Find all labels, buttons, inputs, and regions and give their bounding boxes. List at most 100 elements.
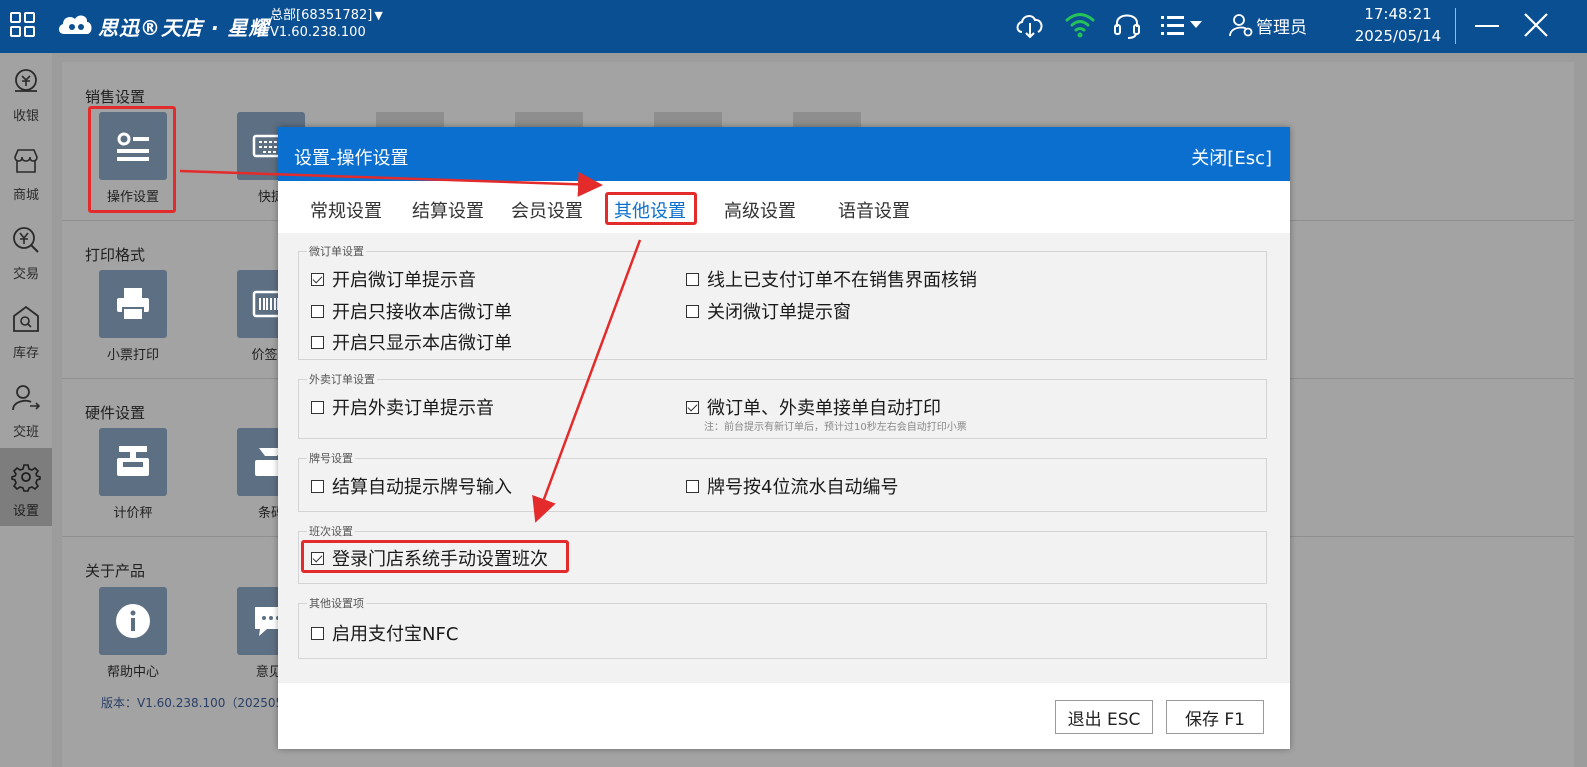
- auto-print-note: 注：前台提示有新订单后，预计过10秒左右会自动打印小票: [704, 422, 967, 433]
- section-title-print: 打印格式: [85, 246, 146, 264]
- tile-pricing-scale[interactable]: 计价秤: [93, 428, 173, 521]
- tab-checkout[interactable]: 结算设置: [412, 197, 484, 223]
- close-icon[interactable]: [1521, 10, 1551, 40]
- checkbox[interactable]: [686, 400, 699, 414]
- brand-logo: 思迅®天店 · 星耀: [56, 8, 269, 42]
- cashier-icon: [15, 69, 37, 92]
- tab-general[interactable]: 常规设置: [310, 197, 382, 223]
- printer-icon: [117, 288, 149, 321]
- sidebar-item-shift[interactable]: 交班: [0, 369, 52, 447]
- option-auto-prompt-plate[interactable]: 结算自动提示牌号输入: [311, 473, 512, 499]
- option-label: 开启只接收本店微订单: [332, 302, 512, 323]
- sidebar-item-label: 收银: [12, 109, 39, 124]
- apps-grid-icon[interactable]: [8, 10, 38, 40]
- main-sidebar: 收银 商城 交易 库存 交班 设置: [0, 53, 52, 767]
- tile-receipt-print[interactable]: 小票打印: [93, 270, 173, 363]
- brand-name: 思迅®天店 · 星耀: [98, 16, 270, 40]
- option-auto-print-orders[interactable]: 微订单、外卖单接单自动打印: [686, 394, 941, 420]
- minimize-icon[interactable]: [1472, 12, 1502, 42]
- checkbox[interactable]: [311, 400, 324, 414]
- option-label: 启用支付宝NFC: [332, 624, 459, 645]
- operation-settings-dialog: 设置-操作设置 关闭[Esc] 常规设置 结算设置 会员设置 其他设置 高级设置…: [278, 127, 1290, 749]
- option-close-micro-order-popup[interactable]: 关闭微订单提示窗: [686, 298, 851, 324]
- tile-label: 计价秤: [113, 506, 153, 521]
- menu-list-icon[interactable]: [1158, 8, 1208, 42]
- group-title: 牌号设置: [307, 450, 355, 466]
- scale-icon: [117, 446, 149, 476]
- option-label: 微订单、外卖单接单自动打印: [707, 398, 941, 419]
- checkbox[interactable]: [686, 304, 699, 318]
- tile-icon-box: [99, 587, 167, 655]
- group-other: 其他设置项 启用支付宝NFC: [298, 595, 1267, 659]
- option-only-show-local-micro-order[interactable]: 开启只显示本店微订单: [311, 329, 512, 355]
- tile-label: 小票打印: [106, 348, 159, 363]
- option-label: 关闭微订单提示窗: [707, 302, 851, 323]
- wifi-icon[interactable]: [1063, 8, 1097, 42]
- section-title-hardware: 硬件设置: [85, 404, 146, 422]
- tile-help-center[interactable]: 帮助中心: [93, 587, 173, 680]
- exit-button[interactable]: 退出 ESC: [1055, 700, 1153, 734]
- option-only-local-micro-order[interactable]: 开启只接收本店微订单: [311, 298, 512, 324]
- sidebar-item-inventory[interactable]: 库存: [0, 290, 52, 368]
- option-micro-order-sound[interactable]: 开启微订单提示音: [311, 266, 476, 292]
- option-label: 牌号按4位流水自动编号: [707, 477, 899, 498]
- option-takeout-sound[interactable]: 开启外卖订单提示音: [311, 394, 494, 420]
- tab-advanced[interactable]: 高级设置: [724, 197, 796, 223]
- sidebar-item-label: 交班: [12, 425, 39, 440]
- sidebar-item-trade[interactable]: 交易: [0, 211, 52, 289]
- tile-icon-box: [99, 428, 167, 496]
- cloud-logo-icon: [58, 15, 92, 35]
- gear-icon: [11, 464, 41, 492]
- checkbox[interactable]: [686, 272, 699, 286]
- checkbox[interactable]: [311, 272, 324, 286]
- clock-time: 17:48:21: [1364, 5, 1432, 23]
- checkbox[interactable]: [311, 479, 324, 493]
- group-title: 微订单设置: [307, 243, 366, 259]
- option-label: 线上已支付订单不在销售界面核销: [707, 270, 977, 291]
- sidebar-item-shop[interactable]: 商城: [0, 132, 52, 210]
- group-title: 班次设置: [307, 523, 355, 539]
- save-button[interactable]: 保存 F1: [1166, 700, 1264, 734]
- clock-date: 2025/05/14: [1354, 27, 1442, 45]
- option-alipay-nfc[interactable]: 启用支付宝NFC: [311, 620, 458, 646]
- tile-icon-box: [99, 270, 167, 338]
- checkbox[interactable]: [311, 335, 324, 349]
- group-micro-order: 微订单设置 开启微订单提示音 开启只接收本店微订单 开启只显示本店微订单 线上已…: [298, 243, 1267, 360]
- sidebar-item-label: 设置: [12, 504, 39, 519]
- checkbox[interactable]: [311, 304, 324, 318]
- option-label: 开启只显示本店微订单: [332, 333, 512, 354]
- option-plate-4digit-serial[interactable]: 牌号按4位流水自动编号: [686, 473, 898, 499]
- tab-member[interactable]: 会员设置: [511, 197, 583, 223]
- checkbox[interactable]: [311, 626, 324, 640]
- section-title-about: 关于产品: [85, 562, 146, 580]
- app-version: V1.60.238.100: [270, 25, 366, 40]
- dialog-close-button[interactable]: 关闭[Esc]: [1191, 144, 1272, 170]
- sidebar-item-label: 商城: [12, 188, 39, 203]
- cloud-sync-icon[interactable]: [1013, 8, 1047, 42]
- user-menu[interactable]: 管理员: [1228, 12, 1307, 38]
- clock: 17:48:21 2025/05/14: [1352, 3, 1444, 47]
- dialog-header: 设置-操作设置 关闭[Esc]: [278, 127, 1290, 181]
- sidebar-item-settings[interactable]: 设置: [0, 448, 52, 526]
- user-name: 管理员: [1256, 17, 1307, 38]
- option-label: 开启微订单提示音: [332, 270, 476, 291]
- store-selector[interactable]: 总部[68351782] ▼: [270, 4, 383, 23]
- tile-label: 帮助中心: [106, 665, 159, 680]
- option-paid-online-no-verify[interactable]: 线上已支付订单不在销售界面核销: [686, 266, 977, 292]
- user-gear-icon: [1229, 14, 1253, 37]
- sidebar-item-label: 交易: [12, 267, 39, 282]
- info-icon: [116, 604, 150, 638]
- store-name: 总部[68351782]: [270, 8, 373, 23]
- sidebar-item-cashier[interactable]: 收银: [0, 53, 52, 131]
- tab-voice[interactable]: 语音设置: [838, 197, 910, 223]
- group-takeout: 外卖订单设置 开启外卖订单提示音 微订单、外卖单接单自动打印 注：前台提示有新订…: [298, 371, 1267, 439]
- toolbar-divider: [1455, 8, 1456, 44]
- checkbox[interactable]: [686, 479, 699, 493]
- title-bar: 思迅®天店 · 星耀 总部[68351782]▼ V1.60.238.100: [0, 0, 1587, 53]
- group-title: 外卖订单设置: [307, 371, 377, 387]
- group-shift: 班次设置 登录门店系统手动设置班次: [298, 523, 1267, 584]
- option-label: 结算自动提示牌号输入: [332, 477, 512, 498]
- headset-icon[interactable]: [1110, 8, 1144, 42]
- dialog-body: 微订单设置 开启微订单提示音 开启只接收本店微订单 开启只显示本店微订单 线上已…: [278, 233, 1290, 683]
- annotation-highlight-operation: [88, 106, 176, 213]
